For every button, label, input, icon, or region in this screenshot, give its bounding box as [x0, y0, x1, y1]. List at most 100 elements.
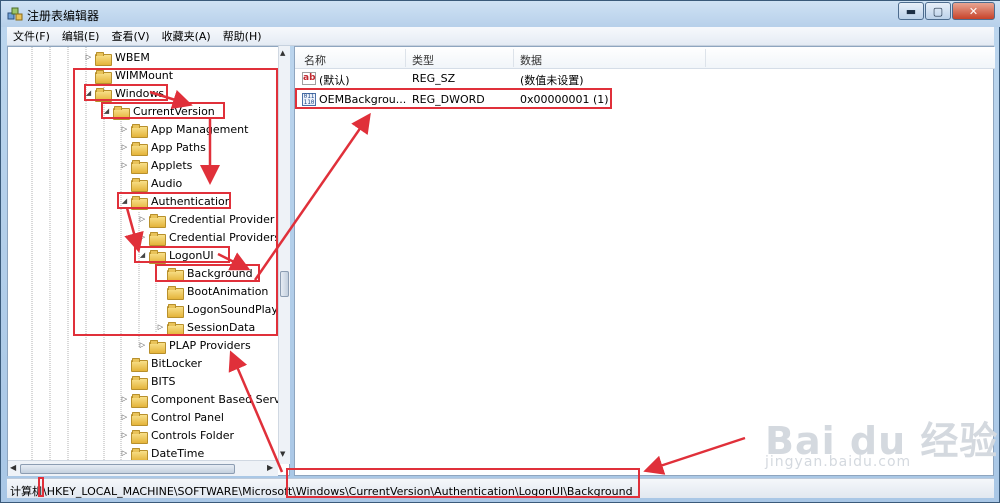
expand-toggle-icon[interactable]: ▷: [120, 431, 129, 440]
minimize-button[interactable]: ▬: [898, 2, 924, 20]
tree-node-label: DateTime: [151, 446, 205, 460]
tree-node[interactable]: ▷ Control Panel: [120, 408, 224, 426]
expand-toggle-icon[interactable]: ▷: [120, 125, 129, 134]
folder-icon: [95, 51, 112, 66]
column-header-type[interactable]: 类型: [412, 52, 434, 68]
tree-node-label: Audio: [151, 176, 183, 190]
tree-vertical-scrollbar[interactable]: ▲ ▼: [278, 46, 290, 464]
tree-node-label: Background: [187, 266, 253, 280]
column-divider[interactable]: [513, 49, 514, 67]
tree-node-label: BITS: [151, 374, 176, 388]
folder-icon: [131, 375, 148, 390]
expand-toggle-icon[interactable]: ▷: [120, 143, 129, 152]
expand-toggle-icon[interactable]: ▷: [138, 341, 147, 350]
tree-node-label: Applets: [151, 158, 193, 172]
menu-help[interactable]: 帮助(H): [217, 28, 268, 44]
tree-node[interactable]: BITS: [120, 372, 176, 390]
column-header-data[interactable]: 数据: [520, 52, 542, 68]
tree-node[interactable]: WIMMount: [84, 66, 173, 84]
tree-node[interactable]: ▷ SessionData: [156, 318, 255, 336]
string-value-icon: ab: [302, 72, 316, 85]
folder-icon: [131, 123, 148, 138]
folder-icon: [149, 213, 166, 228]
value-data: 0x00000001 (1): [520, 93, 609, 106]
tree-node-label: App Management: [151, 122, 249, 136]
list-row[interactable]: ab (默认) REG_SZ (数值未设置): [295, 69, 995, 88]
expand-toggle-icon[interactable]: ▷: [120, 161, 129, 170]
tree-node[interactable]: LogonSoundPlay: [156, 300, 278, 318]
list-row[interactable]: 011 110 OEMBackgrou... REG_DWORD 0x00000…: [295, 90, 995, 109]
tree-node-label: BitLocker: [151, 356, 202, 370]
expand-toggle-icon[interactable]: ◢: [84, 89, 93, 98]
tree-node-label: Component Based Serv: [151, 392, 281, 406]
values-list[interactable]: 名称 类型 数据 ab (默认) REG_SZ (数值未设置) 011 110 …: [294, 46, 995, 476]
tree-node-label: Credential Provider: [169, 212, 275, 226]
tree-node[interactable]: Audio: [120, 174, 182, 192]
expand-toggle-icon[interactable]: ▷: [84, 53, 93, 62]
scroll-up-arrow-icon[interactable]: ▲: [280, 49, 285, 57]
folder-icon: [149, 249, 166, 264]
menu-favorites[interactable]: 收藏夹(A): [156, 28, 217, 44]
tree-scroll-thumb[interactable]: [280, 271, 289, 297]
tree-node[interactable]: ▷ Controls Folder: [120, 426, 234, 444]
tree-node[interactable]: ▷ Applets: [120, 156, 192, 174]
scroll-left-arrow-icon[interactable]: ◀: [10, 463, 16, 472]
menu-edit[interactable]: 编辑(E): [56, 28, 106, 44]
expand-toggle-icon[interactable]: ▷: [120, 413, 129, 422]
tree-horizontal-scrollbar[interactable]: ◀ ▶: [8, 460, 278, 476]
tree-node-label: App Paths: [151, 140, 206, 154]
expand-toggle-icon[interactable]: ◢: [120, 197, 129, 206]
menu-view[interactable]: 查看(V): [105, 28, 155, 44]
menu-bar: 文件(F) 编辑(E) 查看(V) 收藏夹(A) 帮助(H): [7, 27, 994, 46]
tree-node[interactable]: ▷ Credential Provider: [138, 210, 274, 228]
tree-node-label: CurrentVersion: [133, 104, 215, 118]
scroll-right-arrow-icon[interactable]: ▶: [267, 463, 273, 472]
tree-node[interactable]: ▷ Component Based Serv: [120, 390, 280, 408]
registry-tree[interactable]: ▷ WBEM WIMMount ◢ Windows ◢ CurrentVersion ▷ App…: [7, 46, 290, 476]
value-name: OEMBackgrou...: [319, 93, 407, 106]
tree-node[interactable]: BitLocker: [120, 354, 202, 372]
column-header-name[interactable]: 名称: [304, 52, 326, 68]
tree-node[interactable]: Background: [156, 264, 253, 282]
maximize-button[interactable]: ▢: [925, 2, 951, 20]
tree-node[interactable]: ▷ PLAP Providers: [138, 336, 251, 354]
tree-node-label: Controls Folder: [151, 428, 234, 442]
expand-toggle-icon[interactable]: ▷: [120, 449, 129, 458]
tree-node[interactable]: ◢ CurrentVersion: [102, 102, 215, 120]
scroll-down-arrow-icon[interactable]: ▼: [280, 450, 285, 458]
expand-toggle-icon[interactable]: ◢: [138, 251, 147, 260]
tree-node[interactable]: ◢ Authentication: [120, 192, 232, 210]
tree-node[interactable]: BootAnimation: [156, 282, 268, 300]
tree-node[interactable]: ▷ App Paths: [120, 138, 206, 156]
folder-icon: [95, 87, 112, 102]
expand-toggle-icon[interactable]: ▷: [138, 233, 147, 242]
folder-icon: [167, 267, 184, 282]
tree-node-label: Control Panel: [151, 410, 224, 424]
tree-node[interactable]: ◢ LogonUI: [138, 246, 214, 264]
expand-toggle-icon[interactable]: ▷: [156, 323, 165, 332]
folder-icon: [131, 195, 148, 210]
column-divider[interactable]: [405, 49, 406, 67]
tree-node-label: Credential Providers: [169, 230, 281, 244]
tree-node[interactable]: ▷ WBEM: [84, 48, 150, 66]
dword-value-icon: 011 110: [302, 93, 316, 106]
folder-icon: [149, 231, 166, 246]
expand-toggle-icon[interactable]: ◢: [102, 107, 111, 116]
tree-node[interactable]: ▷ Credential Providers: [138, 228, 280, 246]
tree-hscroll-thumb[interactable]: [20, 464, 235, 474]
tree-node-label: PLAP Providers: [169, 338, 251, 352]
folder-icon: [131, 357, 148, 372]
close-button[interactable]: ✕: [952, 2, 995, 20]
tree-node[interactable]: ▷ App Management: [120, 120, 248, 138]
tree-node-label: WBEM: [115, 50, 150, 64]
value-type: REG_SZ: [412, 72, 456, 85]
tree-node[interactable]: ◢ Windows: [84, 84, 164, 102]
column-divider[interactable]: [705, 49, 706, 67]
menu-file[interactable]: 文件(F): [7, 28, 56, 44]
expand-toggle-icon[interactable]: ▷: [138, 215, 147, 224]
title-bar[interactable]: 注册表编辑器 ▬ ▢ ✕: [1, 1, 1000, 27]
expand-toggle-icon[interactable]: ▷: [120, 395, 129, 404]
